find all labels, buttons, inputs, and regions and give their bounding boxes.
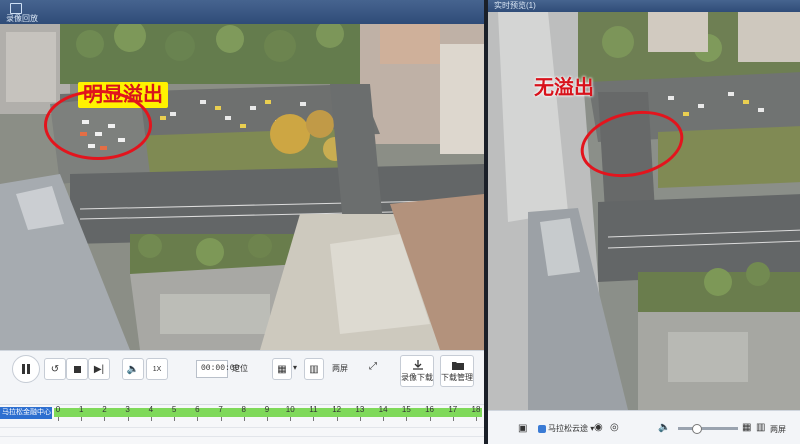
channel-icon bbox=[538, 424, 546, 433]
timeline-tick-mark bbox=[336, 417, 338, 421]
split-icon: ▥ bbox=[309, 363, 319, 375]
timeline-row-divider bbox=[0, 427, 484, 428]
aerial-intersection-image bbox=[0, 24, 484, 350]
volume-slider-knob[interactable] bbox=[692, 424, 702, 434]
playback-video[interactable]: 明显溢出 bbox=[0, 24, 484, 350]
timeline-tick-mark bbox=[243, 417, 245, 421]
timeline-tick-mark bbox=[452, 417, 454, 421]
timeline-tick-mark bbox=[406, 417, 408, 421]
timeline-tick-mark bbox=[359, 417, 361, 421]
playback-titlebar: 录像回放 bbox=[0, 0, 484, 24]
stop-button[interactable] bbox=[66, 358, 88, 380]
monitor-icon[interactable]: ▣ bbox=[518, 423, 527, 434]
live-preview-title: 实时预览(1) bbox=[494, 1, 536, 10]
speaker-icon: 🔈 bbox=[126, 363, 140, 375]
split-icon[interactable]: ▥ bbox=[756, 422, 765, 433]
timeline-tick-label: 18 bbox=[471, 405, 481, 414]
split-label: 两屏 bbox=[770, 425, 786, 434]
timeline-tick-label: 4 bbox=[148, 405, 154, 414]
stop-icon bbox=[73, 365, 81, 373]
timeline-channel-label: 马拉松金融中心 bbox=[0, 407, 52, 419]
timeline-tick-label: 13 bbox=[355, 405, 365, 414]
speed-button[interactable]: 1X bbox=[146, 358, 168, 380]
timeline-tick-label: 16 bbox=[425, 405, 434, 414]
aerial-intersection-live-image bbox=[488, 12, 800, 410]
split-label: 两屏 bbox=[332, 364, 348, 373]
timeline-tick-label: 3 bbox=[125, 405, 130, 414]
locate-button[interactable]: 定位 bbox=[232, 363, 248, 374]
next-frame-button[interactable]: ▶| bbox=[88, 358, 110, 380]
timeline-tick-mark bbox=[383, 417, 385, 421]
timeline-tick-label: 10 bbox=[285, 405, 295, 414]
no-overflow-annotation-label: 无溢出 bbox=[534, 77, 594, 99]
timeline-row-divider bbox=[0, 436, 484, 437]
volume-slider[interactable] bbox=[678, 424, 738, 434]
timeline-tick-label: 5 bbox=[171, 405, 177, 414]
timeline-tick-mark bbox=[267, 417, 268, 421]
timeline-tick-label: 14 bbox=[378, 405, 388, 414]
pause-button[interactable] bbox=[12, 355, 40, 383]
timeline-tick-label: 12 bbox=[332, 405, 342, 414]
speed-label: 1X bbox=[152, 365, 162, 373]
timeline-tick-mark bbox=[127, 417, 129, 421]
timeline-tick-mark bbox=[150, 417, 152, 421]
time-input[interactable]: 00:00:00 bbox=[196, 360, 239, 378]
grid-icon[interactable]: ▦ bbox=[742, 422, 751, 433]
folder-icon bbox=[452, 362, 464, 370]
timeline-tick-mark bbox=[476, 417, 477, 421]
fullscreen-icon[interactable]: ⤢ bbox=[369, 361, 377, 372]
timeline-tick-label: 1 bbox=[78, 405, 84, 414]
layout-dropdown-icon[interactable]: ▾ bbox=[293, 363, 297, 372]
timeline-tick-mark bbox=[104, 417, 106, 421]
timeline-tick-label: 15 bbox=[401, 405, 411, 414]
timeline-tick-mark bbox=[197, 417, 199, 421]
timeline-tick-label: 0 bbox=[55, 405, 61, 414]
timeline-tick-mark bbox=[429, 417, 431, 421]
replay-button[interactable]: ↺ bbox=[44, 358, 66, 380]
layout-split-button[interactable]: ▥ bbox=[304, 358, 324, 380]
live-preview-pane: 实时预览(1) 无溢出 ▣ 马拉松云途 ▾ ◉ ◎ 🔈 ▦ ▥ 两屏 bbox=[488, 0, 800, 444]
pause-icon bbox=[22, 364, 30, 374]
timeline-tick-mark bbox=[313, 417, 315, 421]
download-icon bbox=[413, 360, 423, 370]
timeline-tick-label: 6 bbox=[195, 405, 200, 414]
capture-icon[interactable]: ◉ bbox=[594, 422, 603, 433]
record-download-button[interactable]: 录像下载 bbox=[400, 355, 434, 387]
record-icon[interactable]: ◎ bbox=[610, 422, 619, 433]
live-preview-titlebar: 实时预览(1) bbox=[488, 0, 800, 12]
timeline-tick-mark bbox=[81, 417, 83, 421]
timeline-tick-mark bbox=[220, 417, 222, 421]
replay-icon: ↺ bbox=[50, 363, 60, 375]
timeline-tick-label: 2 bbox=[102, 405, 107, 414]
record-download-label: 录像下载 bbox=[401, 373, 433, 382]
playback-title: 录像回放 bbox=[6, 14, 38, 23]
channel-dropdown[interactable]: 马拉松云途 ▾ bbox=[538, 423, 594, 434]
live-video[interactable]: 无溢出 bbox=[488, 12, 800, 410]
overflow-highlight-ellipse bbox=[44, 90, 152, 160]
speaker-icon[interactable]: 🔈 bbox=[658, 422, 670, 433]
playback-pane: 录像回放 明显溢出 ↺ ▶| 🔈 1X 00:00:00 定位 ▦ ▾ ▥ 两屏… bbox=[0, 0, 484, 444]
layout-grid-button[interactable]: ▦ bbox=[272, 358, 292, 380]
timeline-tick-label: 9 bbox=[264, 405, 270, 414]
timeline-tick-mark bbox=[290, 417, 292, 421]
download-manage-label: 下载管理 bbox=[441, 373, 473, 382]
grid-icon: ▦ bbox=[277, 363, 287, 375]
download-manage-button[interactable]: 下载管理 bbox=[440, 355, 474, 387]
playback-controls: ↺ ▶| 🔈 1X 00:00:00 定位 ▦ ▾ ▥ 两屏 ⤢ 录像下载 下载… bbox=[0, 350, 484, 405]
timeline-ticks: 0 1 2 3 4 5 6 7 8 9 10 11 12 13 14 15 16 17 18 bbox=[54, 405, 482, 444]
playback-timeline[interactable]: 马拉松金融中心 0 1 2 3 4 5 6 7 8 9 10 11 12 13 14 15 16 17 18 bbox=[0, 404, 484, 444]
timeline-tick-label: 11 bbox=[309, 405, 318, 414]
live-preview-controls: ▣ 马拉松云途 ▾ ◉ ◎ 🔈 ▦ ▥ 两屏 bbox=[488, 410, 800, 444]
timeline-tick-mark bbox=[58, 417, 59, 421]
timeline-tick-label: 7 bbox=[218, 405, 223, 414]
timeline-tick-label: 17 bbox=[448, 405, 458, 414]
channel-name: 马拉松云途 bbox=[548, 424, 588, 433]
timeline-tick-label: 8 bbox=[241, 405, 246, 414]
volume-button[interactable]: 🔈 bbox=[122, 358, 144, 380]
next-frame-icon: ▶| bbox=[93, 363, 105, 375]
timeline-tick-mark bbox=[174, 417, 176, 421]
